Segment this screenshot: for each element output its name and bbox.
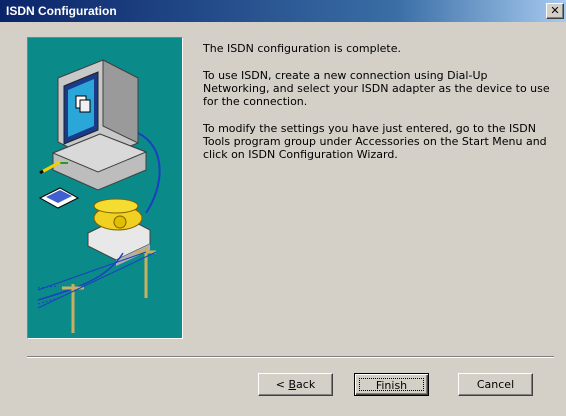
close-icon: ✕ xyxy=(550,4,560,17)
message-paragraph-complete: The ISDN configuration is complete. xyxy=(203,42,401,55)
back-button-prefix: < xyxy=(275,378,289,391)
back-button-accelerator: B xyxy=(288,378,297,391)
cancel-button-label: Cancel xyxy=(476,378,515,391)
isdn-configuration-dialog: ISDN Configuration ✕ The ISDN configurat… xyxy=(0,0,566,416)
message-paragraph-modify: To modify the settings you have just ent… xyxy=(203,122,547,161)
button-divider xyxy=(27,356,554,358)
message-paragraph-usage: To use ISDN, create a new connection usi… xyxy=(203,69,550,108)
window-title: ISDN Configuration xyxy=(6,4,117,18)
message-text: The ISDN configuration is complete. To u… xyxy=(203,42,553,175)
finish-button-label: Finish xyxy=(359,378,424,392)
back-button[interactable]: < Back xyxy=(258,373,333,396)
computer-phone-modem-icon xyxy=(37,59,161,333)
close-button[interactable]: ✕ xyxy=(546,3,564,19)
wizard-illustration xyxy=(27,37,183,339)
finish-button[interactable]: Finish xyxy=(354,373,429,396)
cancel-button[interactable]: Cancel xyxy=(458,373,533,396)
title-bar[interactable]: ISDN Configuration ✕ xyxy=(0,0,566,22)
back-button-label: ack xyxy=(296,378,316,391)
